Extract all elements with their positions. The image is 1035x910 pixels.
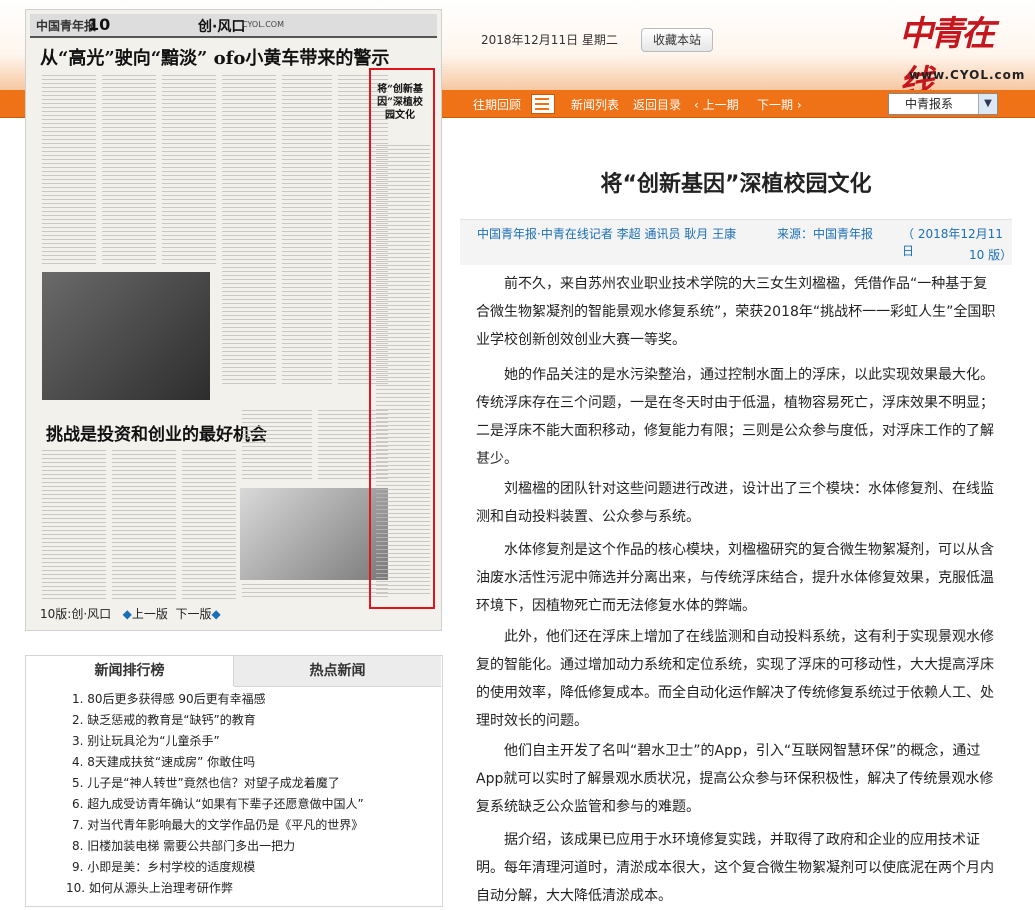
student-photo bbox=[240, 488, 388, 580]
current-date: 2018年12月11日 星期二 bbox=[481, 33, 618, 47]
article-source: 来源：中国青年报 bbox=[777, 227, 874, 241]
tab-news-ranking[interactable]: 新闻排行榜 bbox=[26, 656, 234, 686]
article-paragraph: 此外，他们还在浮床上增加了在线监测和自动投料系统，这有利于实现景观水修复的智能化… bbox=[476, 629, 994, 729]
page-headline-second[interactable]: 挑战是投资和创业的最好机会 bbox=[46, 420, 267, 445]
text-column bbox=[182, 450, 236, 600]
chevron-down-icon: ▼ bbox=[978, 94, 997, 114]
article-authors: 中国青年报·中青在线记者 李超 通讯员 耿月 王康 bbox=[477, 227, 737, 241]
page-masthead: 中国青年报 10 创·风口 CYOL.COM bbox=[30, 14, 437, 38]
tab-hot-news[interactable]: 热点新闻 bbox=[234, 656, 441, 687]
highlight-headline: 将“创新基因”深植校园文化 bbox=[377, 84, 423, 121]
paper-select-value: 中青报系 bbox=[905, 97, 954, 111]
article-highlight-box[interactable] bbox=[369, 68, 435, 609]
ranking-item[interactable]: 10. 如何从源头上治理考研作弊 bbox=[26, 878, 364, 899]
nav-past-issues[interactable]: 往期回顾 bbox=[473, 96, 521, 113]
text-column bbox=[242, 410, 312, 480]
page-footer: 10版:创·风口 ◆上一版 下一版◆ bbox=[40, 605, 221, 622]
ranking-item[interactable]: 8. 旧楼加装电梯 需要公共部门多出一把力 bbox=[26, 836, 364, 857]
page-headline-main[interactable]: 从“高光”驶向“黯淡” ofo小黄车带来的警示 bbox=[40, 44, 389, 70]
news-ranking-box: 新闻排行榜 热点新闻 1. 80后更多获得感 90后更有幸福感 2. 缺乏惩戒的… bbox=[25, 655, 443, 907]
text-column bbox=[42, 450, 106, 600]
masthead-logo: 中国青年报 bbox=[36, 19, 97, 33]
text-column bbox=[112, 450, 176, 600]
photo-caption bbox=[242, 584, 388, 600]
text-column bbox=[282, 75, 332, 385]
nav-prev-issue[interactable]: ‹ 上一期 bbox=[694, 96, 739, 113]
nav-next-issue[interactable]: 下一期 › bbox=[757, 96, 802, 113]
masthead-section: 创·风口 bbox=[198, 19, 246, 35]
prev-page-link[interactable]: 上一版 bbox=[132, 607, 168, 621]
article-page: 10 版） bbox=[969, 248, 1013, 262]
text-column bbox=[42, 75, 96, 265]
list-icon[interactable] bbox=[531, 94, 555, 114]
prev-arrow-icon: ◆ bbox=[122, 607, 132, 621]
ranking-item[interactable]: 6. 超九成受访青年确认“如果有下辈子还愿意做中国人” bbox=[26, 794, 364, 815]
article-paragraph: 前不久，来自苏州农业职业技术学院的大三女生刘楹楹，凭借作品“一种基于复合微生物絮… bbox=[476, 276, 996, 348]
ranking-item[interactable]: 4. 8天建成扶贫“速成房” 你敢住吗 bbox=[26, 752, 364, 773]
ranking-item[interactable]: 7. 对当代青年影响最大的文学作品仍是《平凡的世界》 bbox=[26, 815, 364, 836]
article-paragraph: 据介绍，该成果已应用于水环境修复实践，并取得了政府和企业的应用技术证明。每年清理… bbox=[476, 832, 994, 904]
article-paragraph: 刘楹楹的团队针对这些问题进行改进，设计出了三个模块：水体修复剂、在线监测和自动投… bbox=[476, 481, 994, 525]
article-meta: 中国青年报·中青在线记者 李超 通讯员 耿月 王康 来源：中国青年报 （ 201… bbox=[460, 219, 1012, 265]
ranking-list: 1. 80后更多获得感 90后更有幸福感 2. 缺乏惩戒的教育是“缺钙”的教育 … bbox=[26, 689, 364, 899]
article-title: 将“创新基因”深植校园文化 bbox=[600, 172, 872, 197]
ranking-item[interactable]: 3. 别让玩具沦为“儿童杀手” bbox=[26, 731, 364, 752]
text-column bbox=[222, 75, 276, 385]
ranking-item[interactable]: 9. 小即是美：乡村学校的适度规模 bbox=[26, 857, 364, 878]
next-page-link[interactable]: 下一版 bbox=[175, 607, 211, 621]
favorite-button[interactable]: 收藏本站 bbox=[641, 28, 713, 52]
next-arrow-icon: ◆ bbox=[211, 607, 221, 621]
nav-news-list[interactable]: 新闻列表 bbox=[571, 96, 619, 113]
nav-back-to-index[interactable]: 返回目录 bbox=[633, 96, 681, 113]
ranking-item[interactable]: 2. 缺乏惩戒的教育是“缺钙”的教育 bbox=[26, 710, 364, 731]
logo-url: www.CYOL.com bbox=[909, 68, 1026, 82]
text-column bbox=[102, 75, 156, 265]
bicycles-photo bbox=[42, 272, 210, 400]
article-paragraph: 她的作品关注的是水污染整治，通过控制水面上的浮床，以此实现效果最大化。传统浮床存… bbox=[476, 367, 994, 467]
ranking-item[interactable]: 5. 儿子是“神人转世”竟然也信？对望子成龙着魔了 bbox=[26, 773, 364, 794]
text-column bbox=[162, 75, 216, 265]
paper-select[interactable]: 中青报系 ▼ bbox=[888, 93, 998, 115]
ranking-item[interactable]: 1. 80后更多获得感 90后更有幸福感 bbox=[26, 689, 364, 710]
site-logo[interactable]: 中青在线 www.CYOL.com bbox=[895, 6, 1024, 103]
article-paragraph: 他们自主开发了名叫“碧水卫士”的App，引入“互联网智慧环保”的概念，通过App… bbox=[476, 743, 994, 815]
article-paragraph: 水体修复剂是这个作品的核心模块，刘楹楹研究的复合微生物絮凝剂，可以从含油废水活性… bbox=[476, 542, 994, 614]
masthead-site: CYOL.COM bbox=[242, 20, 284, 29]
masthead-page-number: 10 bbox=[88, 15, 111, 34]
section-label: 10版:创·风口 bbox=[40, 607, 112, 621]
